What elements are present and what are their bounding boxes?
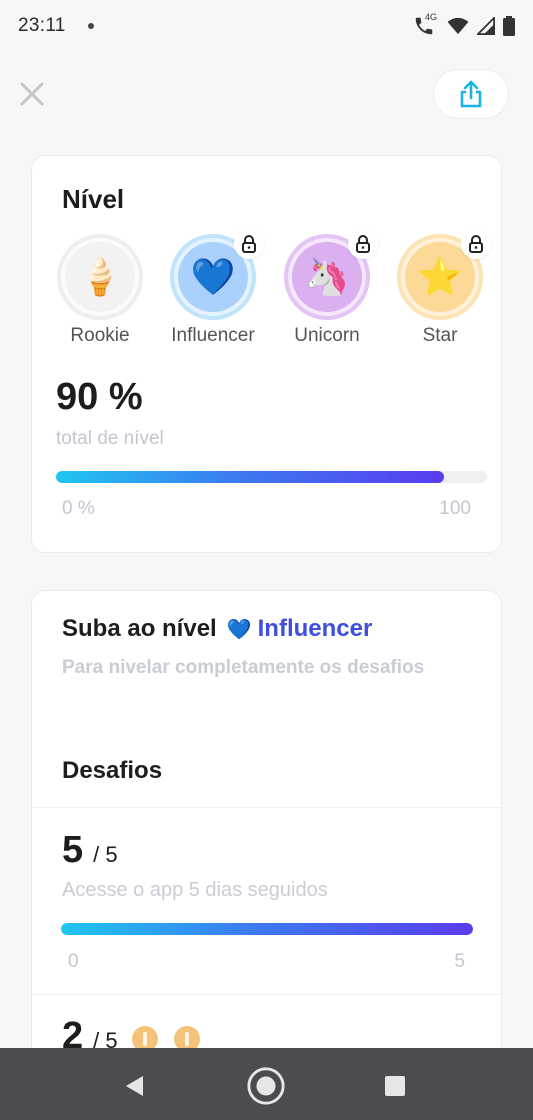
level-card: Nível 🍦 Rookie 💙 Influencer 🦄 Unicorn ⭐ … — [31, 155, 502, 553]
signal-icon — [477, 17, 495, 35]
challenge-count: 5 / 5 — [62, 829, 118, 872]
level-progress-bar — [56, 471, 487, 483]
level-rookie[interactable]: 🍦 Rookie — [50, 234, 150, 354]
wifi-icon — [447, 17, 469, 35]
level-unicorn[interactable]: 🦄 Unicorn — [277, 229, 378, 354]
blue-heart-icon: 💙 — [226, 618, 252, 641]
home-icon — [247, 1067, 285, 1105]
network-type-label: 4G — [425, 12, 438, 22]
recents-icon — [385, 1076, 405, 1096]
challenge-progress-bar — [61, 923, 473, 935]
next-level-title: Suba ao nível 💙 Influencer — [62, 615, 372, 643]
level-badge: 🍦 — [57, 234, 143, 320]
level-progress-fill — [56, 471, 444, 483]
challenge-card: Suba ao nível 💙 Influencer Para nivelar … — [31, 590, 502, 1110]
lock-icon — [461, 229, 491, 259]
level-percent: 90 % — [56, 376, 143, 418]
next-level-description: Para nivelar completamente os desafios — [62, 657, 425, 678]
navigation-bar — [0, 1048, 533, 1120]
level-label: Unicorn — [294, 325, 360, 346]
status-icons: 4G — [413, 12, 515, 37]
lock-icon — [234, 229, 264, 259]
status-time: 23:11 — [18, 15, 66, 36]
ice-cream-icon: 🍦 — [65, 242, 135, 312]
top-bar — [0, 68, 533, 120]
recents-button[interactable] — [375, 1066, 415, 1106]
share-icon — [460, 80, 482, 108]
level-label: Rookie — [70, 325, 130, 346]
progress-max-label: 5 — [454, 951, 465, 972]
share-button[interactable] — [433, 69, 509, 119]
challenge-progress-fill — [61, 923, 473, 935]
back-icon — [126, 1076, 143, 1096]
level-list: 🍦 Rookie 💙 Influencer 🦄 Unicorn ⭐ Star — [50, 229, 491, 354]
battery-icon — [503, 16, 515, 36]
level-card-title: Nível — [62, 184, 125, 214]
challenges-title: Desafios — [62, 757, 163, 784]
notification-dot — [87, 23, 94, 29]
challenge-count-total: / 5 — [93, 842, 118, 867]
progress-max-label: 100 — [439, 498, 471, 519]
level-percent-caption: total de nível — [56, 428, 164, 449]
lock-icon — [348, 229, 378, 259]
close-button[interactable] — [16, 78, 48, 110]
volte-call-icon: 4G — [413, 12, 439, 37]
level-star[interactable]: ⭐ Star — [390, 229, 491, 354]
divider — [32, 807, 501, 808]
close-icon — [20, 82, 44, 106]
progress-min-label: 0 — [68, 951, 79, 972]
status-bar: 23:11 4G — [0, 0, 533, 52]
back-button[interactable] — [115, 1066, 155, 1106]
home-button[interactable] — [246, 1066, 286, 1106]
divider — [32, 994, 501, 995]
next-level-name: Influencer — [257, 615, 373, 642]
level-label: Star — [422, 325, 458, 346]
level-influencer[interactable]: 💙 Influencer — [163, 229, 264, 354]
progress-min-label: 0 % — [62, 498, 95, 519]
level-label: Influencer — [171, 325, 255, 346]
challenge-description: Acesse o app 5 dias seguidos — [62, 879, 328, 901]
next-level-prefix: Suba ao nível — [62, 615, 217, 642]
challenge-count-value: 5 — [62, 829, 84, 871]
